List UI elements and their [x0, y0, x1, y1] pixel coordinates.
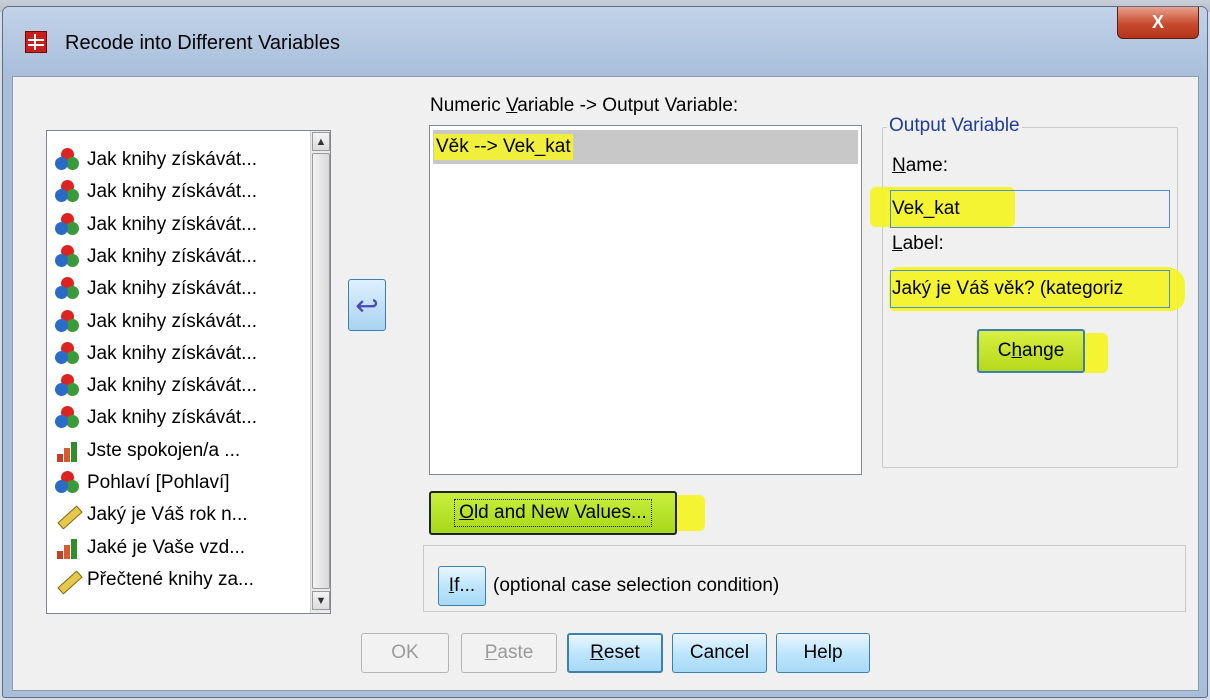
nominal-icon [55, 406, 81, 430]
variable-item-label: Jak knihy získávát... [87, 213, 258, 235]
variable-list-item[interactable]: Jak knihy získávát... [55, 307, 307, 337]
old-new-accesskey: O [459, 502, 474, 523]
change-label-suffix: ange [1022, 340, 1065, 361]
variable-item-label: Jak knihy získávát... [87, 375, 258, 397]
variable-list-item[interactable]: Jak knihy získávát... [55, 177, 307, 207]
nominal-icon [55, 244, 81, 269]
name-input-value: Vek_kat [892, 198, 960, 219]
scale-icon [55, 503, 81, 527]
variable-list-item[interactable]: Jak knihy získávát... [55, 242, 307, 272]
variable-list-item[interactable]: Jaký je Váš rok n... [55, 500, 307, 530]
nominal-icon [55, 212, 81, 237]
ok-button[interactable]: OK [361, 633, 449, 673]
variable-list-item[interactable]: Jak knihy získávát... [55, 274, 307, 304]
label-input[interactable]: Jaký je Váš věk? (kategoriz [890, 270, 1170, 308]
if-button[interactable]: If... [438, 566, 486, 606]
curved-arrow-left-icon: ↩ [355, 289, 379, 321]
mapping-heading: Numeric Variable -> Output Variable: [430, 95, 738, 117]
scroll-down-arrow-icon[interactable]: ▼ [312, 591, 330, 610]
ordinal-icon [55, 439, 81, 463]
nominal-icon [55, 148, 81, 172]
name-label-accesskey: N [892, 155, 906, 176]
variable-item-label: Jak knihy získávát... [87, 310, 258, 332]
name-label-rest: ame: [905, 155, 948, 176]
dialog-body: Jak knihy získávát... Jak knihy získávát.… [12, 76, 1199, 691]
variable-list-item[interactable]: Jak knihy získávát... [55, 403, 307, 433]
variable-items: Jak knihy získávát... Jak knihy získávát.… [47, 131, 309, 613]
variable-list-item[interactable]: Pohlaví [Pohlaví] [55, 468, 307, 498]
reset-accesskey: R [590, 642, 604, 663]
old-and-new-values-label: Old and New Values... [454, 499, 652, 527]
spss-grid-icon [25, 31, 47, 53]
variable-list-item[interactable]: Jak knihy získávát... [55, 339, 307, 369]
variable-item-label: Jaké je Vaše vzd... [87, 536, 246, 558]
mapping-list[interactable]: Věk --> Vek_kat [429, 125, 862, 475]
move-variable-button[interactable]: ↩ [348, 279, 386, 331]
mapping-heading-suffix: ariable -> Output Variable: [517, 95, 739, 116]
label-label-accesskey: L [892, 233, 903, 254]
name-input[interactable]: Vek_kat [890, 190, 1170, 228]
paste-accesskey: P [484, 642, 498, 663]
variable-list-item[interactable]: Jak knihy získávát... [55, 145, 307, 175]
paste-rest: aste [497, 642, 534, 663]
variable-list-item[interactable]: Jaké je Vaše vzd... [55, 533, 307, 563]
label-label: Label: [892, 233, 944, 255]
if-caption: (optional case selection condition) [493, 575, 780, 596]
cancel-button[interactable]: Cancel [672, 633, 767, 673]
close-button[interactable]: X [1117, 7, 1199, 39]
mapping-row[interactable]: Věk --> Vek_kat [433, 130, 858, 164]
name-label: Name: [892, 155, 948, 177]
source-variable-list[interactable]: Jak knihy získávát... Jak knihy získávát.… [46, 130, 331, 614]
recode-dialog: Recode into Different Variables X Jak kn… [2, 6, 1208, 698]
variable-list-item[interactable]: Jste spokojen/a ... [55, 436, 307, 466]
mapping-heading-prefix: Numeric [430, 95, 507, 116]
scroll-thumb[interactable] [312, 153, 330, 589]
nominal-icon [55, 341, 81, 366]
reset-rest: eset [603, 642, 640, 663]
nominal-icon [55, 277, 81, 301]
variable-item-label: Jaký je Váš rok n... [87, 504, 248, 526]
scroll-up-arrow-icon[interactable]: ▲ [312, 132, 330, 151]
mapping-row-text: Věk --> Vek_kat [434, 134, 573, 160]
nominal-icon [55, 374, 81, 398]
change-button[interactable]: Ch ange [977, 329, 1085, 373]
nominal-icon [55, 309, 81, 334]
variable-item-label: Jak knihy získávát... [87, 149, 258, 170]
variable-item-label: Jste spokojen/a ... [87, 439, 241, 461]
variable-list-item[interactable]: Jak knihy získávát... [55, 371, 307, 401]
variable-item-label: Pohlaví [Pohlaví] [87, 472, 230, 493]
variable-item-label: Přečtené knihy za... [87, 568, 254, 590]
variable-item-label: Jak knihy získávát... [87, 245, 258, 267]
paste-button[interactable]: Paste [461, 633, 557, 673]
nominal-icon [55, 471, 81, 495]
variable-list-item[interactable]: Přečtené knihy za... [55, 565, 307, 595]
help-button[interactable]: Help [776, 633, 870, 673]
label-label-rest: abel: [902, 233, 944, 254]
old-new-rest: ld and New Values... [473, 502, 647, 523]
reset-button[interactable]: Reset [567, 633, 663, 673]
variable-list-scrollbar[interactable]: ▲ ▼ [310, 131, 330, 613]
if-rest: f... [454, 575, 476, 596]
output-variable-group-title: Output Variable [887, 115, 1022, 137]
ordinal-icon [55, 536, 81, 560]
old-and-new-values-button[interactable]: Old and New Values... [429, 491, 677, 535]
variable-list-item[interactable]: Jak knihy získávát... [55, 210, 307, 240]
scale-icon [55, 568, 81, 592]
title-bar: Recode into Different Variables X [3, 7, 1207, 77]
change-label-prefix: C [997, 340, 1012, 361]
change-label-accesskey: h [1011, 340, 1023, 361]
mapping-heading-accesskey: V [506, 95, 518, 116]
variable-item-label: Jak knihy získávát... [87, 407, 258, 429]
label-input-value: Jaký je Váš věk? (kategoriz [892, 278, 1124, 299]
variable-item-label: Jak knihy získávát... [87, 181, 258, 203]
nominal-icon [55, 180, 81, 204]
variable-item-label: Jak knihy získávát... [87, 342, 258, 364]
variable-item-label: Jak knihy získávát... [87, 278, 258, 300]
dialog-title: Recode into Different Variables [65, 32, 340, 54]
